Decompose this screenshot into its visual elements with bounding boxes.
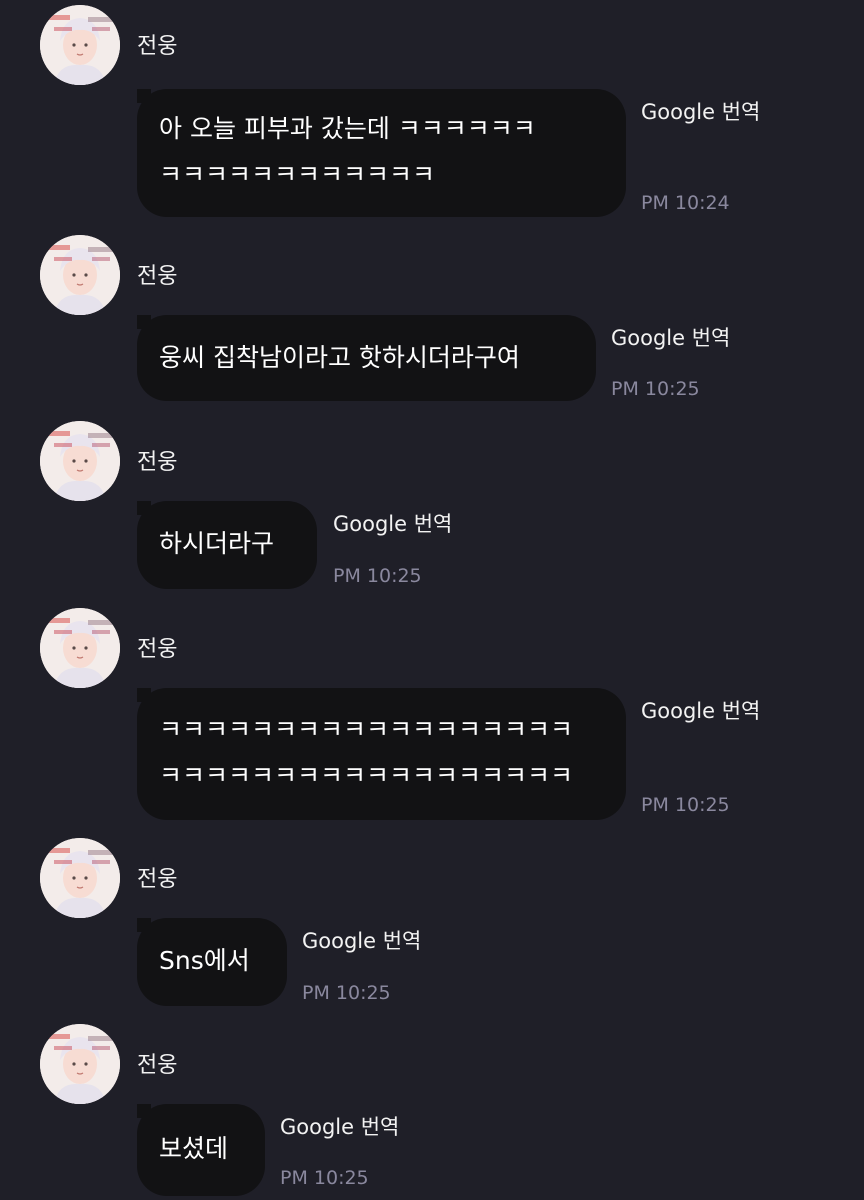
sender-avatar[interactable]	[40, 421, 120, 501]
avatar-image	[40, 1024, 120, 1104]
sender-name: 전웅	[137, 34, 178, 59]
message-line: ㅋㅋㅋㅋㅋㅋㅋㅋㅋㅋㅋㅋㅋㅋㅋㅋㅋㅋ	[159, 715, 574, 744]
message-timestamp: PM 10:25	[280, 1167, 369, 1189]
message-line: 아 오늘 피부과 갔는데 ㅋㅋㅋㅋㅋㅋ	[159, 114, 536, 143]
google-translate-link[interactable]: Google 번역	[641, 97, 760, 127]
avatar-image	[40, 235, 120, 315]
google-translate-link[interactable]: Google 번역	[641, 696, 760, 726]
avatar-image	[40, 5, 120, 85]
sender-avatar[interactable]	[40, 608, 120, 688]
message-meta: Google 번역	[611, 323, 730, 353]
avatar-image	[40, 608, 120, 688]
message-timestamp: PM 10:25	[611, 378, 700, 400]
message-bubble[interactable]: Sns에서	[137, 918, 287, 1006]
sender-name: 전웅	[137, 264, 178, 289]
message-meta: Google 번역	[641, 696, 760, 726]
message-line: ㅋㅋㅋㅋㅋㅋㅋㅋㅋㅋㅋㅋ	[159, 160, 436, 189]
google-translate-link[interactable]: Google 번역	[280, 1112, 399, 1142]
google-translate-link[interactable]: Google 번역	[611, 323, 730, 353]
message-meta: Google 번역	[333, 509, 452, 539]
message-meta: Google 번역	[641, 97, 760, 127]
message-line: 하시더라구	[159, 529, 275, 558]
sender-name: 전웅	[137, 450, 178, 475]
message-bubble[interactable]: ㅋㅋㅋㅋㅋㅋㅋㅋㅋㅋㅋㅋㅋㅋㅋㅋㅋㅋ ㅋㅋㅋㅋㅋㅋㅋㅋㅋㅋㅋㅋㅋㅋㅋㅋㅋㅋ	[137, 688, 626, 820]
sender-name: 전웅	[137, 867, 178, 892]
message-meta: Google 번역	[280, 1112, 399, 1142]
sender-name: 전웅	[137, 1053, 178, 1078]
message-timestamp: PM 10:25	[333, 565, 422, 587]
google-translate-link[interactable]: Google 번역	[333, 509, 452, 539]
sender-avatar[interactable]	[40, 235, 120, 315]
sender-name: 전웅	[137, 637, 178, 662]
message-line: 웅씨 집착남이라고 핫하시더라구여	[159, 343, 520, 372]
message-bubble[interactable]: 웅씨 집착남이라고 핫하시더라구여	[137, 315, 596, 401]
message-line: 보셨데	[159, 1134, 229, 1163]
avatar-image	[40, 421, 120, 501]
sender-avatar[interactable]	[40, 5, 120, 85]
sender-avatar[interactable]	[40, 838, 120, 918]
avatar-image	[40, 838, 120, 918]
message-bubble[interactable]: 보셨데	[137, 1104, 265, 1196]
message-line: Sns에서	[159, 946, 250, 975]
message-bubble[interactable]: 하시더라구	[137, 501, 317, 589]
message-timestamp: PM 10:25	[641, 794, 730, 816]
message-line: ㅋㅋㅋㅋㅋㅋㅋㅋㅋㅋㅋㅋㅋㅋㅋㅋㅋㅋ	[159, 761, 574, 790]
message-timestamp: PM 10:24	[641, 192, 730, 214]
google-translate-link[interactable]: Google 번역	[302, 926, 421, 956]
sender-avatar[interactable]	[40, 1024, 120, 1104]
message-timestamp: PM 10:25	[302, 982, 391, 1004]
message-meta: Google 번역	[302, 926, 421, 956]
message-bubble[interactable]: 아 오늘 피부과 갔는데 ㅋㅋㅋㅋㅋㅋ ㅋㅋㅋㅋㅋㅋㅋㅋㅋㅋㅋㅋ	[137, 89, 626, 217]
